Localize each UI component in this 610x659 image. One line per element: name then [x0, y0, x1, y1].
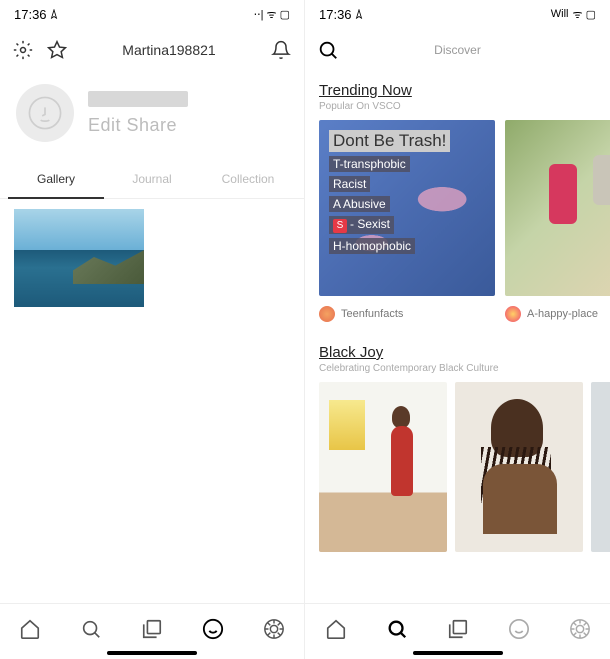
- nav-membership-icon[interactable]: [568, 617, 592, 641]
- name-placeholder: [88, 91, 188, 107]
- discover-title: Discover: [351, 43, 564, 57]
- bottom-nav: [305, 603, 610, 659]
- bell-icon[interactable]: [270, 39, 292, 61]
- carrier-name: Will: [551, 8, 569, 20]
- card-line: A Abusive: [329, 196, 390, 212]
- nav-studio-icon[interactable]: [140, 617, 164, 641]
- status-indicators: ⋅⋅| ᯤ ▢: [254, 7, 290, 22]
- home-indicator: [413, 651, 503, 655]
- status-bar: 17:36 ⋅⋅| ᯤ ▢: [0, 0, 304, 28]
- edit-share-link[interactable]: Edit Share: [88, 115, 288, 136]
- tab-collection[interactable]: Collection: [200, 162, 296, 198]
- trending-subtitle: Popular On VSCO: [319, 101, 596, 112]
- card-line: Racist: [329, 176, 370, 192]
- blackjoy-cards[interactable]: [305, 382, 610, 552]
- home-indicator: [107, 651, 197, 655]
- nav-search-icon[interactable]: [79, 617, 103, 641]
- discover-screen: 17:36 Will ᯤ ▢ Discover Trending Now Pop…: [305, 0, 610, 659]
- card-line: S- Sexist: [329, 216, 394, 234]
- gallery-grid: [0, 199, 304, 317]
- search-icon[interactable]: [317, 39, 339, 61]
- blackjoy-section: Black Joy Celebrating Contemporary Black…: [305, 334, 610, 374]
- author-avatar-icon: [505, 306, 521, 322]
- profile-tabs: Gallery Journal Collection: [0, 162, 304, 199]
- blackjoy-card-1[interactable]: [319, 382, 447, 552]
- status-indicators: ᯤ ▢: [573, 7, 597, 22]
- blackjoy-card-2[interactable]: [455, 382, 583, 552]
- location-icon: [49, 9, 59, 19]
- status-time: 17:36: [319, 7, 352, 22]
- nav-home-icon[interactable]: [18, 617, 42, 641]
- trending-cards[interactable]: Dont Be Trash! T-transphobic Racist A Ab…: [305, 120, 610, 306]
- blackjoy-card-3[interactable]: [591, 382, 610, 552]
- blackjoy-title: Black Joy: [319, 344, 596, 361]
- card-caption-2[interactable]: A-happy-place: [505, 306, 610, 322]
- nav-studio-icon[interactable]: [446, 617, 470, 641]
- username-title: Martina198821: [80, 42, 258, 58]
- discover-topbar: Discover: [305, 28, 610, 72]
- status-bar: 17:36 Will ᯤ ▢: [305, 0, 610, 28]
- trending-card-1[interactable]: Dont Be Trash! T-transphobic Racist A Ab…: [319, 120, 495, 296]
- card-title: Dont Be Trash!: [329, 130, 450, 152]
- tab-journal[interactable]: Journal: [104, 162, 200, 198]
- trending-title: Trending Now: [319, 82, 596, 99]
- nav-profile-icon[interactable]: [507, 617, 531, 641]
- nav-search-icon[interactable]: [385, 617, 409, 641]
- star-icon[interactable]: [46, 39, 68, 61]
- bottom-nav: [0, 603, 304, 659]
- tab-gallery[interactable]: Gallery: [8, 162, 104, 198]
- trending-section: Trending Now Popular On VSCO: [305, 72, 610, 112]
- location-icon: [354, 9, 364, 19]
- gallery-photo[interactable]: [14, 209, 144, 307]
- profile-topbar: Martina198821: [0, 28, 304, 72]
- nav-profile-icon[interactable]: [201, 617, 225, 641]
- card-line: H-homophobic: [329, 238, 415, 254]
- trending-card-2[interactable]: [505, 120, 610, 296]
- blackjoy-subtitle: Celebrating Contemporary Black Culture: [319, 363, 596, 374]
- author-avatar-icon: [319, 306, 335, 322]
- nav-membership-icon[interactable]: [262, 617, 286, 641]
- avatar[interactable]: [16, 84, 74, 142]
- profile-screen: 17:36 ⋅⋅| ᯤ ▢ Martina198821 Edit Share G…: [0, 0, 305, 659]
- status-time: 17:36: [14, 7, 47, 22]
- card-caption-1[interactable]: Teenfunfacts: [319, 306, 495, 322]
- profile-header: Edit Share: [0, 72, 304, 162]
- settings-icon[interactable]: [12, 39, 34, 61]
- card-line: T-transphobic: [329, 156, 410, 172]
- nav-home-icon[interactable]: [324, 617, 348, 641]
